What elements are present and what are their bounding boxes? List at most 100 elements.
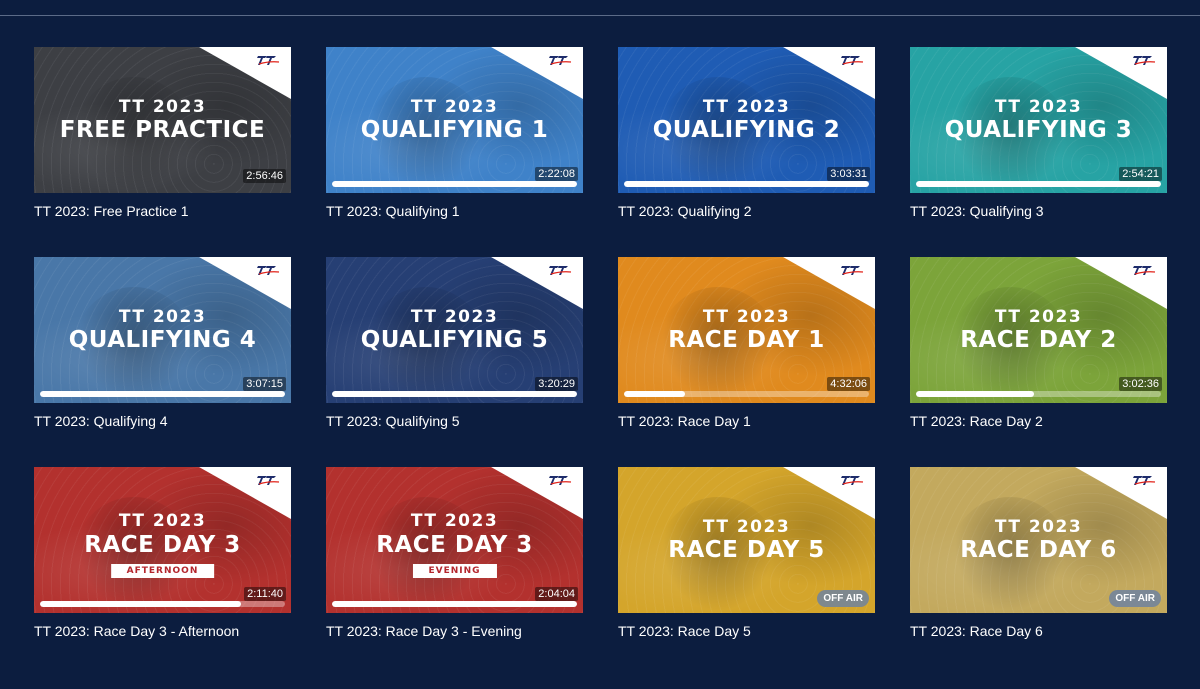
video-card[interactable]: TT 2023 QUALIFYING 3 2:54:21 TT 2023: Qu… bbox=[910, 47, 1167, 257]
video-card[interactable]: TT 2023 QUALIFYING 5 3:20:29 TT 2023: Qu… bbox=[326, 257, 583, 467]
off-air-badge: OFF AIR bbox=[817, 590, 869, 607]
video-thumbnail[interactable]: TT 2023 QUALIFYING 5 3:20:29 bbox=[326, 257, 583, 403]
video-thumbnail[interactable]: TT 2023 QUALIFYING 3 2:54:21 bbox=[910, 47, 1167, 193]
thumbnail-title: QUALIFYING 5 bbox=[360, 327, 549, 353]
video-card[interactable]: TT 2023 QUALIFYING 2 3:03:31 TT 2023: Qu… bbox=[618, 47, 875, 257]
video-thumbnail[interactable]: TT 2023 RACE DAY 3 EVENING 2:04:04 bbox=[326, 467, 583, 613]
watch-progress-fill bbox=[332, 181, 577, 187]
thumbnail-title: RACE DAY 3 bbox=[376, 532, 533, 558]
video-caption[interactable]: TT 2023: Race Day 2 bbox=[910, 413, 1167, 429]
tt-logo-icon bbox=[549, 266, 572, 275]
tt-logo-icon bbox=[257, 56, 280, 65]
thumbnail-year: TT 2023 bbox=[702, 307, 791, 327]
video-caption[interactable]: TT 2023: Race Day 6 bbox=[910, 623, 1167, 639]
video-card[interactable]: TT 2023 RACE DAY 3 EVENING 2:04:04 TT 202… bbox=[326, 467, 583, 677]
watch-progress-bar bbox=[332, 391, 577, 397]
video-card[interactable]: TT 2023 QUALIFYING 1 2:22:08 TT 2023: Qu… bbox=[326, 47, 583, 257]
video-caption[interactable]: TT 2023: Free Practice 1 bbox=[34, 203, 291, 219]
watch-progress-bar bbox=[916, 391, 1161, 397]
video-caption[interactable]: TT 2023: Qualifying 1 bbox=[326, 203, 583, 219]
video-card[interactable]: TT 2023 RACE DAY 3 AFTERNOON 2:11:40 TT 2… bbox=[34, 467, 291, 677]
watch-progress-bar bbox=[40, 391, 285, 397]
thumbnail-year: TT 2023 bbox=[994, 517, 1083, 537]
video-caption[interactable]: TT 2023: Qualifying 3 bbox=[910, 203, 1167, 219]
video-card[interactable]: TT 2023 RACE DAY 1 4:32:06 TT 2023: Race… bbox=[618, 257, 875, 467]
tt-logo-icon bbox=[257, 476, 280, 485]
thumbnail-title: RACE DAY 2 bbox=[960, 327, 1117, 353]
thumbnail-title: RACE DAY 5 bbox=[668, 537, 825, 563]
video-card[interactable]: TT 2023 QUALIFYING 4 3:07:15 TT 2023: Qu… bbox=[34, 257, 291, 467]
watch-progress-fill bbox=[916, 181, 1161, 187]
video-caption[interactable]: TT 2023: Race Day 3 - Evening bbox=[326, 623, 583, 639]
tt-logo-icon bbox=[841, 56, 864, 65]
video-thumbnail[interactable]: TT 2023 RACE DAY 1 4:32:06 bbox=[618, 257, 875, 403]
off-air-badge: OFF AIR bbox=[1109, 590, 1161, 607]
tt-logo-icon bbox=[841, 266, 864, 275]
duration-badge: 3:03:31 bbox=[827, 167, 870, 181]
video-thumbnail[interactable]: TT 2023 QUALIFYING 1 2:22:08 bbox=[326, 47, 583, 193]
tt-logo-icon bbox=[257, 266, 280, 275]
thumbnail-year: TT 2023 bbox=[702, 97, 791, 117]
duration-badge: 3:02:36 bbox=[1119, 377, 1162, 391]
thumbnail-title: RACE DAY 1 bbox=[668, 327, 825, 353]
video-thumbnail[interactable]: TT 2023 FREE PRACTICE 2:56:46 bbox=[34, 47, 291, 193]
video-thumbnail[interactable]: TT 2023 QUALIFYING 4 3:07:15 bbox=[34, 257, 291, 403]
thumbnail-title: QUALIFYING 2 bbox=[652, 117, 841, 143]
watch-progress-fill bbox=[332, 601, 577, 607]
thumbnail-year: TT 2023 bbox=[118, 307, 207, 327]
duration-badge: 3:07:15 bbox=[243, 377, 286, 391]
thumbnail-year: TT 2023 bbox=[118, 511, 207, 531]
thumbnail-year: TT 2023 bbox=[410, 97, 499, 117]
duration-badge: 2:04:04 bbox=[535, 587, 578, 601]
thumbnail-year: TT 2023 bbox=[994, 307, 1083, 327]
watch-progress-bar bbox=[624, 181, 869, 187]
thumbnail-title: QUALIFYING 3 bbox=[944, 117, 1133, 143]
watch-progress-fill bbox=[624, 181, 869, 187]
thumbnail-subtitle: EVENING bbox=[412, 564, 497, 578]
duration-badge: 2:54:21 bbox=[1119, 167, 1162, 181]
video-thumbnail[interactable]: TT 2023 RACE DAY 3 AFTERNOON 2:11:40 bbox=[34, 467, 291, 613]
video-card[interactable]: TT 2023 FREE PRACTICE 2:56:46 TT 2023: F… bbox=[34, 47, 291, 257]
duration-badge: 4:32:06 bbox=[827, 377, 870, 391]
watch-progress-bar bbox=[916, 181, 1161, 187]
video-caption[interactable]: TT 2023: Race Day 3 - Afternoon bbox=[34, 623, 291, 639]
duration-badge: 2:22:08 bbox=[535, 167, 578, 181]
tt-logo-icon bbox=[841, 476, 864, 485]
tt-logo-icon bbox=[1133, 266, 1156, 275]
watch-progress-fill bbox=[624, 391, 686, 397]
tt-logo-icon bbox=[1133, 56, 1156, 65]
video-caption[interactable]: TT 2023: Qualifying 5 bbox=[326, 413, 583, 429]
video-thumbnail[interactable]: TT 2023 RACE DAY 5 OFF AIR bbox=[618, 467, 875, 613]
watch-progress-fill bbox=[40, 391, 285, 397]
video-caption[interactable]: TT 2023: Qualifying 2 bbox=[618, 203, 875, 219]
thumbnail-year: TT 2023 bbox=[994, 97, 1083, 117]
tt-logo-icon bbox=[549, 56, 572, 65]
watch-progress-bar bbox=[40, 601, 285, 607]
thumbnail-year: TT 2023 bbox=[410, 307, 499, 327]
thumbnail-year: TT 2023 bbox=[118, 97, 207, 117]
tt-logo-icon bbox=[1133, 476, 1156, 485]
video-card[interactable]: TT 2023 RACE DAY 6 OFF AIR TT 2023: Race… bbox=[910, 467, 1167, 677]
duration-badge: 3:20:29 bbox=[535, 377, 578, 391]
video-caption[interactable]: TT 2023: Race Day 5 bbox=[618, 623, 875, 639]
top-divider bbox=[0, 15, 1200, 16]
video-caption[interactable]: TT 2023: Race Day 1 bbox=[618, 413, 875, 429]
video-thumbnail[interactable]: TT 2023 QUALIFYING 2 3:03:31 bbox=[618, 47, 875, 193]
thumbnail-title: RACE DAY 6 bbox=[960, 537, 1117, 563]
thumbnail-subtitle: AFTERNOON bbox=[110, 564, 215, 578]
video-thumbnail[interactable]: TT 2023 RACE DAY 2 3:02:36 bbox=[910, 257, 1167, 403]
video-grid: TT 2023 FREE PRACTICE 2:56:46 TT 2023: F… bbox=[34, 47, 1167, 677]
video-card[interactable]: TT 2023 RACE DAY 2 3:02:36 TT 2023: Race… bbox=[910, 257, 1167, 467]
video-thumbnail[interactable]: TT 2023 RACE DAY 6 OFF AIR bbox=[910, 467, 1167, 613]
video-card[interactable]: TT 2023 RACE DAY 5 OFF AIR TT 2023: Race… bbox=[618, 467, 875, 677]
duration-badge: 2:11:40 bbox=[244, 587, 286, 601]
duration-badge: 2:56:46 bbox=[243, 169, 286, 183]
tt-logo-icon bbox=[549, 476, 572, 485]
watch-progress-bar bbox=[332, 601, 577, 607]
thumbnail-title: QUALIFYING 4 bbox=[68, 327, 257, 353]
thumbnail-year: TT 2023 bbox=[410, 511, 499, 531]
video-caption[interactable]: TT 2023: Qualifying 4 bbox=[34, 413, 291, 429]
thumbnail-title: FREE PRACTICE bbox=[59, 117, 266, 143]
watch-progress-bar bbox=[332, 181, 577, 187]
thumbnail-year: TT 2023 bbox=[702, 517, 791, 537]
